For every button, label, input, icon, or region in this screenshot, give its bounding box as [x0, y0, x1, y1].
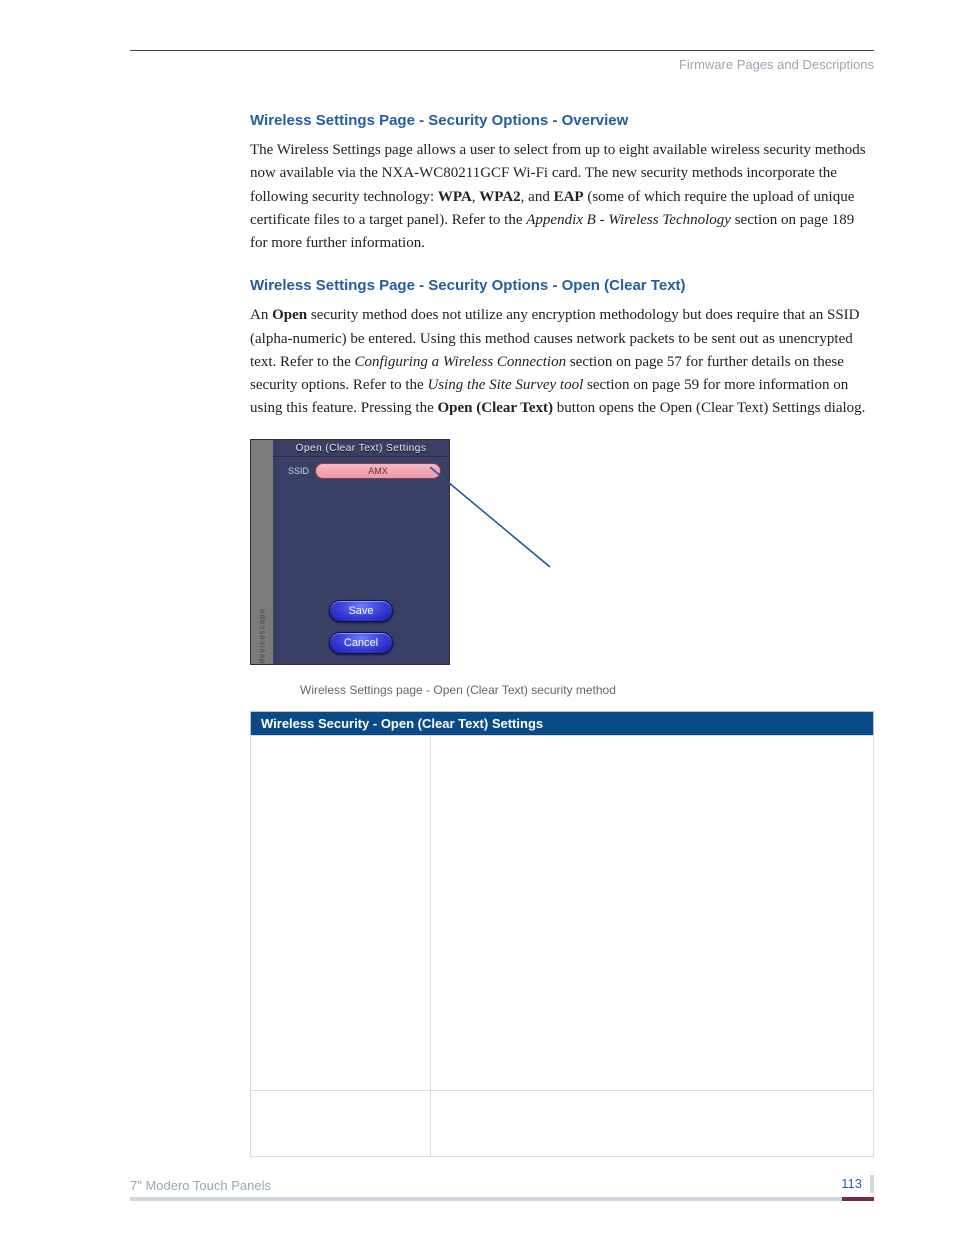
footer-bar [130, 1197, 874, 1201]
bold-wpa: WPA [438, 189, 472, 205]
table-cell [431, 1090, 874, 1156]
table-cell [431, 735, 874, 1090]
bold-btn: Open (Clear Text) [437, 400, 553, 416]
section1-para: The Wireless Settings page allows a user… [250, 139, 874, 255]
section1-title: Wireless Settings Page - Security Option… [250, 112, 874, 129]
bold-open: Open [272, 307, 307, 323]
text: button opens the Open (Clear Text) Setti… [553, 400, 865, 416]
ssid-label: SSID [281, 466, 309, 476]
dialog-sidebar-text: devicescape [258, 604, 267, 663]
text: An [250, 307, 272, 323]
ssid-input[interactable]: AMX [315, 463, 441, 479]
page-number: 113 [841, 1175, 874, 1193]
section2-para: An Open security method does not utilize… [250, 304, 874, 420]
page-footer: 7" Modero Touch Panels 113 [130, 1175, 874, 1193]
bold-wpa2: WPA2 [479, 189, 520, 205]
italic-ref2: Using the Site Survey tool [427, 377, 583, 393]
figure-caption: Wireless Settings page - Open (Clear Tex… [300, 683, 874, 697]
dialog-title: Open (Clear Text) Settings [273, 440, 449, 457]
settings-table: Wireless Security - Open (Clear Text) Se… [250, 711, 874, 1157]
figure-dialog: devicescape Open (Clear Text) Settings S… [250, 439, 874, 677]
top-rule [130, 50, 874, 51]
italic-ref1: Configuring a Wireless Connection [355, 354, 567, 370]
running-head: Firmware Pages and Descriptions [130, 57, 874, 72]
table-header: Wireless Security - Open (Clear Text) Se… [251, 711, 874, 735]
table-cell [251, 735, 431, 1090]
footer-left: 7" Modero Touch Panels [130, 1178, 271, 1193]
cancel-button[interactable]: Cancel [329, 632, 393, 654]
save-button[interactable]: Save [329, 600, 393, 622]
text: , and [521, 189, 554, 205]
bold-eap: EAP [554, 189, 584, 205]
callout-line-icon [430, 467, 610, 597]
section2-title: Wireless Settings Page - Security Option… [250, 277, 874, 294]
dialog-window: devicescape Open (Clear Text) Settings S… [250, 439, 450, 665]
italic-appendix: Appendix B - Wireless Technology [526, 212, 731, 228]
dialog-sidebar: devicescape [251, 440, 273, 664]
table-cell [251, 1090, 431, 1156]
